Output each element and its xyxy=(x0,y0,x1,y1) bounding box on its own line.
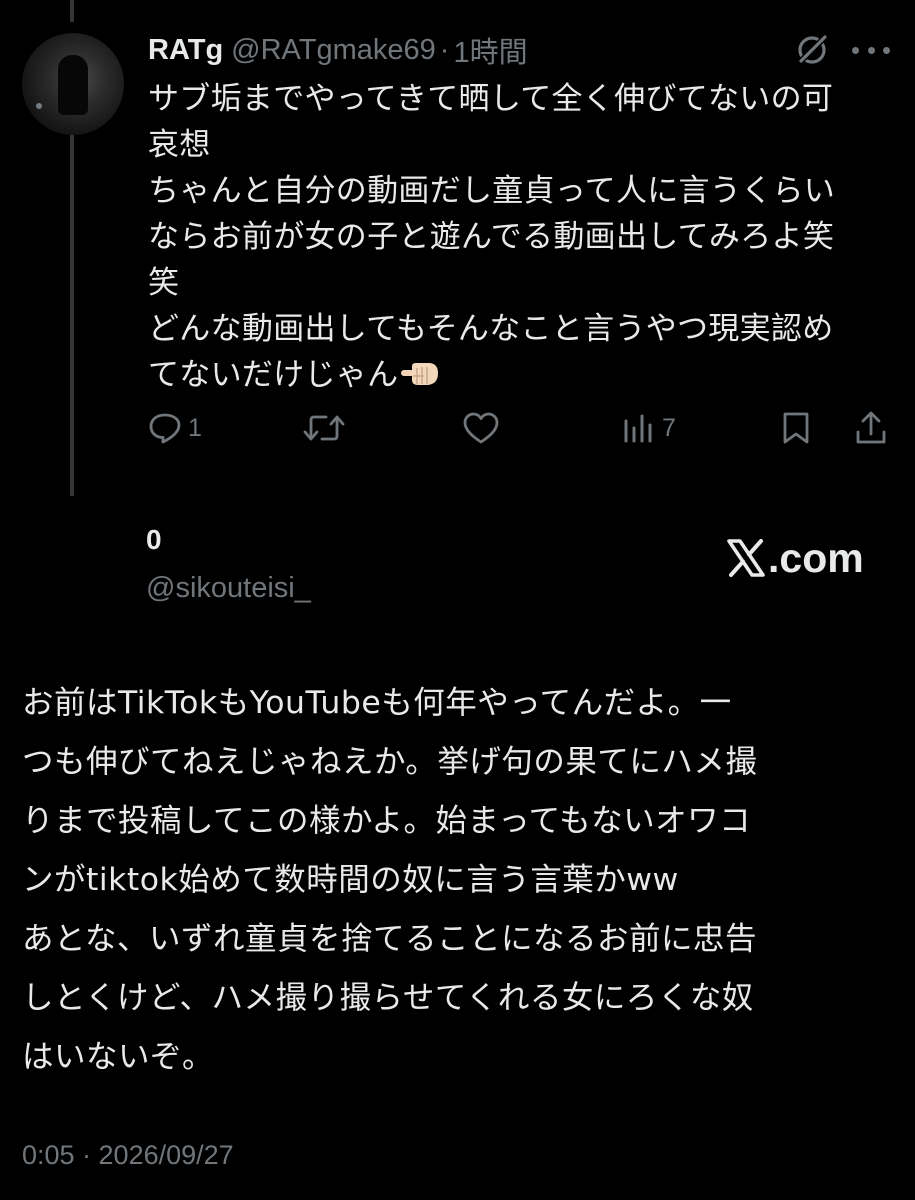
more-options-icon[interactable] xyxy=(852,33,890,67)
repost-button[interactable] xyxy=(302,406,352,450)
author-avatar[interactable] xyxy=(22,33,124,135)
avatar-light xyxy=(36,103,42,109)
analytics-icon xyxy=(624,414,652,443)
replied-tweet-text: サブ垢までやってきて晒して全く伸びてないの可 哀想 ちゃんと自分の動画だし童貞っ… xyxy=(148,76,888,398)
share-icon xyxy=(856,411,886,444)
reply-button[interactable]: 1 xyxy=(148,406,202,450)
reply-icon xyxy=(149,413,181,444)
watermark-text: .com xyxy=(768,534,864,581)
quote-author-name[interactable]: 0 xyxy=(146,520,311,560)
pointing-finger-emoji xyxy=(401,363,439,385)
tweet-header: RATg @RATgmake69 · 1時間 xyxy=(148,30,528,70)
header-separator: · xyxy=(439,33,450,66)
bookmark-button[interactable] xyxy=(780,406,812,450)
x-logo-icon xyxy=(727,539,765,577)
avatar-figure xyxy=(58,55,88,115)
tweet-timestamp[interactable]: 0:05 · 2026/09/27 xyxy=(22,1140,234,1171)
main-tweet-text: お前はTikTokもYouTubeも何年やってんだよ。一 つも伸びてねえじゃねえ… xyxy=(22,685,758,1075)
author-name[interactable]: RATg xyxy=(148,34,223,67)
replied-tweet-text-content: サブ垢までやってきて晒して全く伸びてないの可 哀想 ちゃんと自分の動画だし童貞っ… xyxy=(148,81,836,393)
quote-author: 0 @sikouteisi_ xyxy=(146,520,311,610)
bookmark-icon xyxy=(783,412,809,444)
quote-author-handle[interactable]: @sikouteisi_ xyxy=(146,566,311,610)
x-com-watermark: .com xyxy=(726,534,864,581)
relative-time[interactable]: 1時間 xyxy=(453,29,527,71)
share-button[interactable] xyxy=(854,406,888,450)
like-button[interactable] xyxy=(462,406,500,450)
heart-icon xyxy=(463,412,499,444)
reply-count: 1 xyxy=(188,413,202,442)
tweet-action-bar: 1 7 xyxy=(148,406,890,450)
repost-icon xyxy=(303,415,345,441)
views-button[interactable]: 7 xyxy=(622,406,676,450)
quote-author-avatar[interactable] xyxy=(22,510,126,614)
grok-icon[interactable] xyxy=(795,33,829,67)
views-count: 7 xyxy=(662,413,676,442)
thread-connector-top xyxy=(70,0,74,22)
thread-connector-line xyxy=(70,128,74,496)
author-handle[interactable]: @RATgmake69 xyxy=(231,34,436,67)
